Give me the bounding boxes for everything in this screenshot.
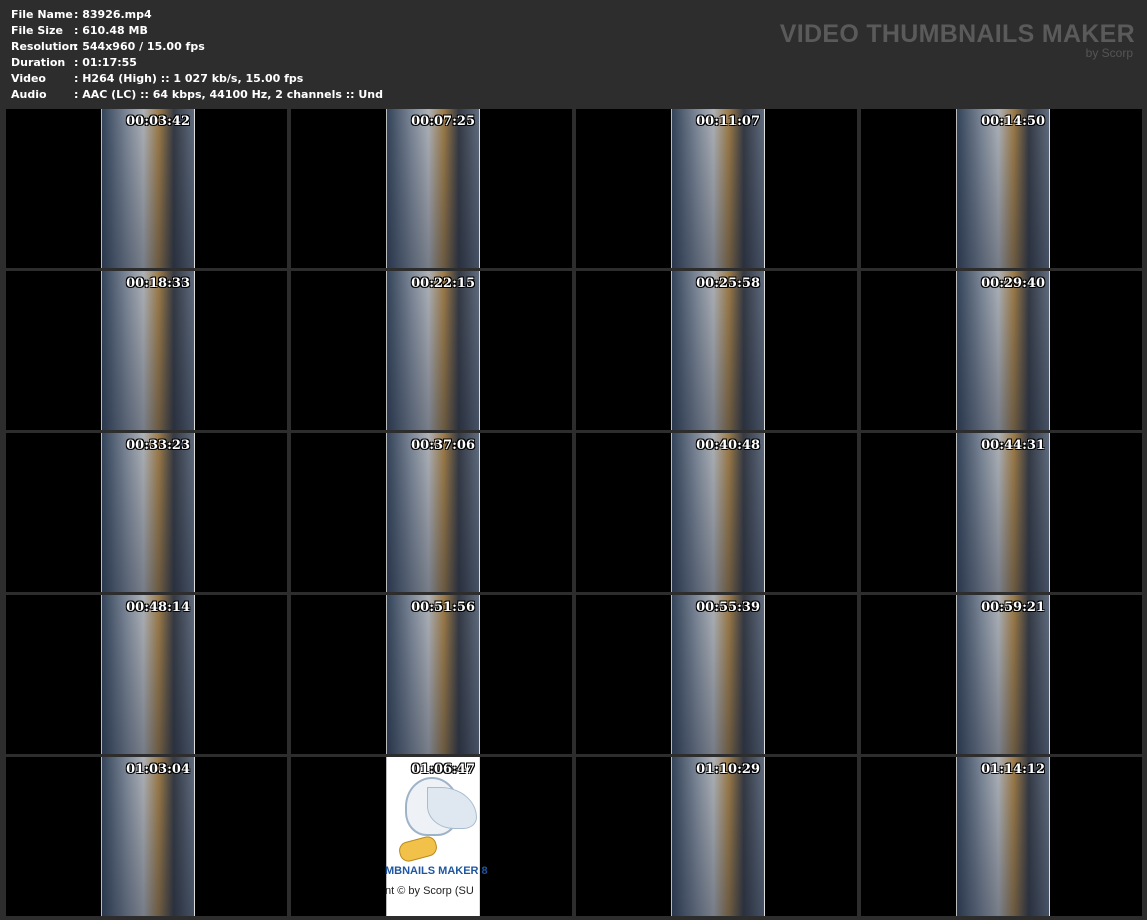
timestamp: 00:18:33 xyxy=(126,276,190,291)
thumbnail-image: 01:14:12 xyxy=(956,757,1050,916)
timestamp: 01:03:04 xyxy=(126,762,190,777)
scroll-icon xyxy=(397,834,439,864)
thumbnail-image: 00:03:42 xyxy=(101,109,195,268)
thumbnail-image: 00:48:14 xyxy=(101,595,195,754)
timestamp: 00:55:39 xyxy=(696,600,760,615)
timestamp: 00:22:15 xyxy=(411,276,475,291)
thumbnail-image: 00:25:58 xyxy=(671,271,765,430)
thumbnail-image: 00:51:56 xyxy=(386,595,480,754)
info-row: Video : H264 (High) :: 1 027 kb/s, 15.00 … xyxy=(11,71,383,87)
thumbnail-image: 00:29:40 xyxy=(956,271,1050,430)
timestamp: 00:48:14 xyxy=(126,600,190,615)
info-value: : 544x960 / 15.00 fps xyxy=(74,40,205,53)
thumbnail-image: 00:40:48 xyxy=(671,433,765,592)
timestamp: 00:14:50 xyxy=(981,114,1045,129)
thumbnail-cell: 00:22:15 xyxy=(291,271,572,430)
thumbnail-cell: 01:10:29 xyxy=(576,757,857,916)
thumbnail-cell: 00:59:21 xyxy=(861,595,1142,754)
info-value: : 01:17:55 xyxy=(74,56,137,69)
timestamp: 00:03:42 xyxy=(126,114,190,129)
thumbnail-image: 01:03:04 xyxy=(101,757,195,916)
thumbnail-cell: 00:25:58 xyxy=(576,271,857,430)
thumbnail-cell: 00:44:31 xyxy=(861,433,1142,592)
info-row: Audio : AAC (LC) :: 64 kbps, 44100 Hz, 2 … xyxy=(11,87,383,103)
logo-copyright: nt © by Scorp (SU xyxy=(385,885,474,897)
thumbnail-image: 00:07:25 xyxy=(386,109,480,268)
thumbnail-cell: 00:14:50 xyxy=(861,109,1142,268)
info-value: : H264 (High) :: 1 027 kb/s, 15.00 fps xyxy=(74,72,304,85)
timestamp: 00:11:07 xyxy=(696,114,760,129)
info-key: Resolution xyxy=(11,40,78,53)
thumbnail-grid: 00:03:42 00:07:25 00:11:07 00:14:50 00:1… xyxy=(6,109,1142,916)
thumbnail-cell: 00:37:06 xyxy=(291,433,572,592)
thumbnail-cell: 00:48:14 xyxy=(6,595,287,754)
info-row: File Size : 610.48 MB xyxy=(11,23,383,39)
timestamp: 00:51:56 xyxy=(411,600,475,615)
thumbnail-image: 00:59:21 xyxy=(956,595,1050,754)
timestamp: 01:06:47 xyxy=(411,762,475,777)
info-value: : 610.48 MB xyxy=(74,24,148,37)
info-row: Duration : 01:17:55 xyxy=(11,55,383,71)
timestamp: 00:59:21 xyxy=(981,600,1045,615)
file-info: File Name: 83926.mp4 File Size: 610.48 MB… xyxy=(11,7,383,103)
owl-wing-icon xyxy=(427,787,477,829)
timestamp: 00:44:31 xyxy=(981,438,1045,453)
thumbnail-cell: 00:11:07 xyxy=(576,109,857,268)
timestamp: 01:14:12 xyxy=(981,762,1045,777)
timestamp: 00:40:48 xyxy=(696,438,760,453)
thumbnail-cell: 00:55:39 xyxy=(576,595,857,754)
timestamp: 01:10:29 xyxy=(696,762,760,777)
thumbnail-cell: 00:29:40 xyxy=(861,271,1142,430)
timestamp: 00:07:25 xyxy=(411,114,475,129)
timestamp: 00:29:40 xyxy=(981,276,1045,291)
brand-title: VIDEO THUMBNAILS MAKER xyxy=(779,20,1135,48)
thumbnail-image: 00:33:23 xyxy=(101,433,195,592)
thumbnail-cell: 00:51:56 xyxy=(291,595,572,754)
thumbnail-image: 00:22:15 xyxy=(386,271,480,430)
thumbnail-image: 00:18:33 xyxy=(101,271,195,430)
thumbnail-image: 00:55:39 xyxy=(671,595,765,754)
thumbnail-image: 00:11:07 xyxy=(671,109,765,268)
thumbnail-cell: MBNAILS MAKER 8 nt © by Scorp (SU 01:06:… xyxy=(291,757,572,916)
info-value: : AAC (LC) :: 64 kbps, 44100 Hz, 2 chann… xyxy=(74,88,384,101)
thumbnail-cell: 01:03:04 xyxy=(6,757,287,916)
info-value: : 83926.mp4 xyxy=(74,8,152,21)
brand-watermark: VIDEO THUMBNAILS MAKER by Scorp xyxy=(780,20,1135,60)
info-key: Video xyxy=(11,72,46,85)
timestamp: 00:33:23 xyxy=(126,438,190,453)
timestamp: 00:25:58 xyxy=(696,276,760,291)
thumbnail-cell: 00:03:42 xyxy=(6,109,287,268)
thumbnail-cell: 00:40:48 xyxy=(576,433,857,592)
thumbnail-image: 00:14:50 xyxy=(956,109,1050,268)
thumbnail-cell: 00:33:23 xyxy=(6,433,287,592)
thumbnail-image: 00:37:06 xyxy=(386,433,480,592)
timestamp: 00:37:06 xyxy=(411,438,475,453)
thumbnail-image: MBNAILS MAKER 8 nt © by Scorp (SU 01:06:… xyxy=(385,757,488,916)
thumbnail-cell: 01:14:12 xyxy=(861,757,1142,916)
thumbnail-image: 00:44:31 xyxy=(956,433,1050,592)
info-key: File Name xyxy=(11,8,73,21)
logo-text: MBNAILS MAKER 8 xyxy=(385,865,488,877)
thumbnail-image: 01:10:29 xyxy=(671,757,765,916)
thumbnail-cell: 00:18:33 xyxy=(6,271,287,430)
info-key: File Size xyxy=(11,24,63,37)
info-row: Resolution: 544x960 / 15.00 fps xyxy=(11,39,383,55)
info-key: Audio xyxy=(11,88,47,101)
thumbnail-cell: 00:07:25 xyxy=(291,109,572,268)
info-row: File Name: 83926.mp4 xyxy=(11,7,383,23)
info-key: Duration xyxy=(11,56,66,69)
